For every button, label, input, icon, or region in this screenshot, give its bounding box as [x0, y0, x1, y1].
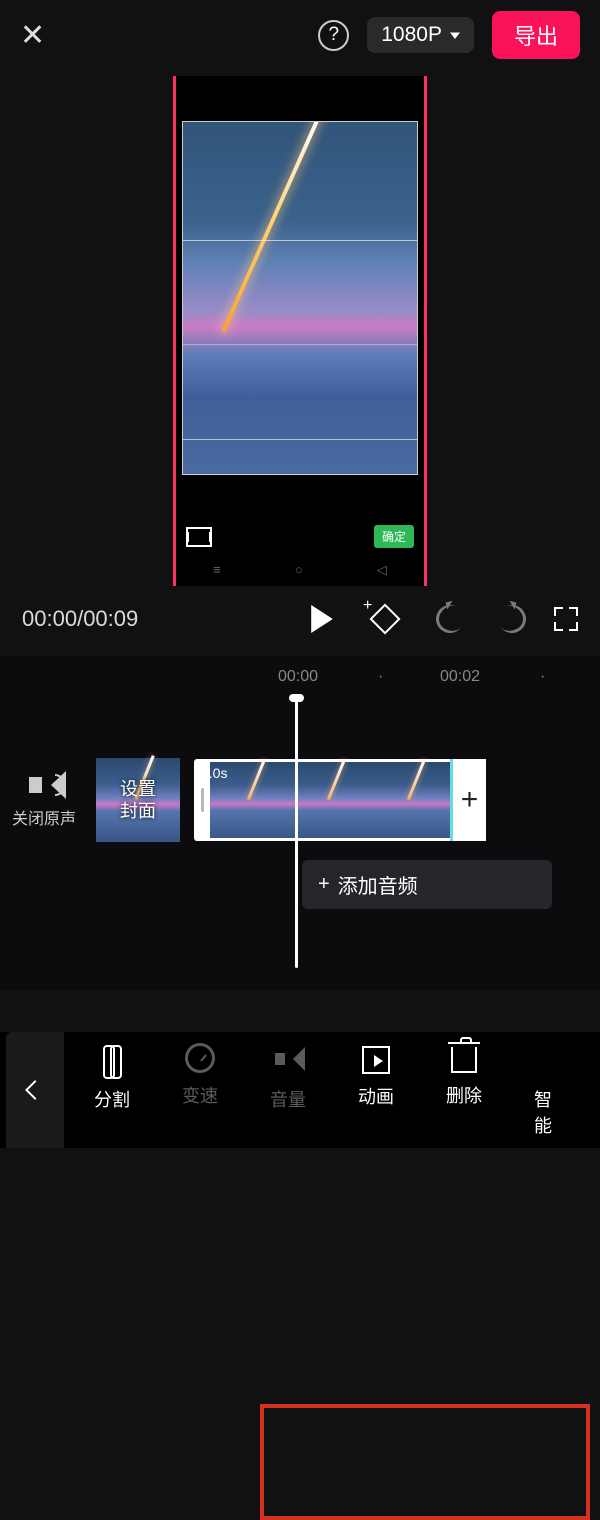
- resolution-label: 1080P: [381, 23, 442, 47]
- guide-line-top: [183, 240, 417, 241]
- undo-icon[interactable]: [431, 600, 469, 638]
- bottom-toolbar: 分割 变速 音量 动画 删除 智能: [0, 1032, 600, 1148]
- history-buttons: [436, 605, 526, 633]
- android-nav: ≡○◁: [176, 562, 424, 578]
- set-cover-button[interactable]: 设置封面: [96, 758, 180, 842]
- tool-speed[interactable]: 变速: [182, 1043, 218, 1138]
- toolbar-back-button[interactable]: [6, 1032, 64, 1148]
- aspect-ratio-icon[interactable]: [186, 527, 212, 547]
- help-icon[interactable]: ?: [318, 20, 349, 51]
- tool-delete[interactable]: 删除: [446, 1043, 482, 1138]
- tutorial-highlight: [260, 1404, 590, 1520]
- add-keyframe-icon[interactable]: +: [370, 604, 400, 634]
- close-icon[interactable]: ✕: [20, 18, 45, 53]
- play-icon[interactable]: [310, 605, 334, 633]
- trash-icon: [451, 1047, 477, 1073]
- header-right-group: ? 1080P 导出: [318, 11, 580, 59]
- add-clip-button[interactable]: +: [450, 759, 486, 841]
- fullscreen-icon[interactable]: [554, 607, 578, 631]
- volume-icon: [271, 1043, 305, 1077]
- redo-icon[interactable]: [493, 600, 531, 638]
- header: ✕ ? 1080P 导出: [0, 0, 600, 70]
- split-icon: [95, 1043, 129, 1077]
- tool-smart[interactable]: 智能: [534, 1043, 564, 1138]
- playhead[interactable]: [295, 696, 298, 968]
- tool-split[interactable]: 分割: [94, 1043, 130, 1138]
- tool-volume[interactable]: 音量: [270, 1043, 306, 1138]
- tool-animation[interactable]: 动画: [358, 1043, 394, 1138]
- clip-frames[interactable]: 3.0s: [210, 759, 450, 841]
- clip-frame: [290, 762, 370, 838]
- time-ruler: 00:00 · 00:02 ·: [0, 668, 600, 694]
- add-audio-button[interactable]: + 添加音频: [302, 860, 552, 909]
- video-track-row: 关闭原声 设置封面 3.0s +: [0, 758, 600, 842]
- timeline[interactable]: 00:00 · 00:02 · 关闭原声 设置封面 3.0s + + 添加音: [0, 656, 600, 990]
- confirm-button[interactable]: 确定: [374, 525, 414, 548]
- plus-icon: +: [318, 873, 330, 896]
- preview-area: ‹ 确定 ≡○◁: [0, 70, 600, 596]
- timecode: 00:00/00:09: [22, 606, 138, 632]
- playbar: 00:00/00:09 +: [0, 596, 600, 656]
- playback-buttons: +: [310, 604, 400, 634]
- add-audio-label: 添加音频: [338, 870, 418, 899]
- guide-line-bottom: [183, 439, 417, 440]
- speaker-icon: [27, 771, 61, 799]
- phone-frame: ‹ 确定 ≡○◁: [173, 76, 427, 586]
- export-button[interactable]: 导出: [492, 11, 580, 59]
- chevron-down-icon: [450, 30, 460, 40]
- mute-original-sound[interactable]: 关闭原声: [0, 771, 88, 829]
- resolution-dropdown[interactable]: 1080P: [367, 17, 474, 53]
- clip-duration-badge: 3.0s: [201, 765, 227, 781]
- speed-icon: [185, 1043, 215, 1073]
- animation-icon: [362, 1046, 390, 1074]
- video-canvas[interactable]: [182, 121, 418, 475]
- clip-frame: [370, 762, 450, 838]
- selected-clip[interactable]: 3.0s +: [194, 759, 486, 841]
- chevron-left-icon: [25, 1080, 45, 1100]
- video-artwork: [183, 122, 417, 474]
- preview-bottom-bar: 确定: [186, 525, 414, 548]
- tool-list: 分割 变速 音量 动画 删除 智能: [64, 1043, 594, 1138]
